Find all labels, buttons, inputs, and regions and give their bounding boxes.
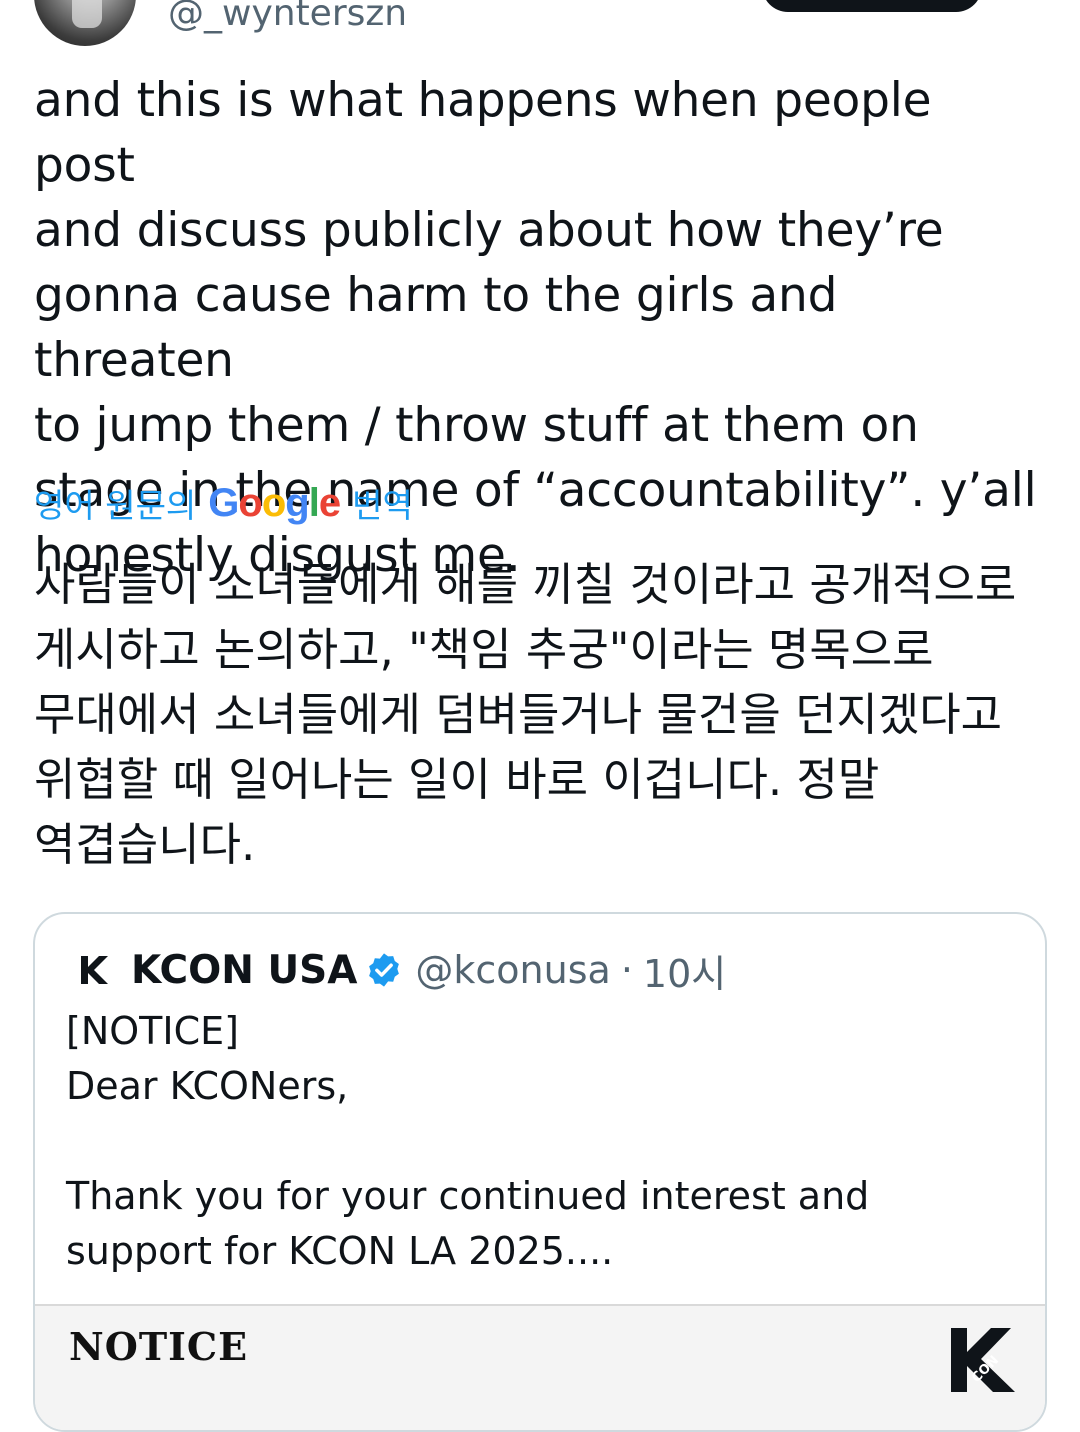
kcon-k-icon: CON	[81, 956, 113, 984]
author-handle[interactable]: @_wynterszn	[168, 0, 407, 36]
quoted-media-image[interactable]: NOTICE CON	[35, 1304, 1045, 1430]
notice-image-label: NOTICE	[69, 1324, 249, 1369]
quoted-timestamp[interactable]: 10시	[643, 943, 726, 998]
quoted-author-name[interactable]: KCON USA	[131, 948, 357, 993]
translation-suffix: 번역	[352, 486, 413, 525]
quoted-tweet-text: [NOTICE] Dear KCONers, Thank you for you…	[66, 1009, 870, 1273]
kcon-logo-icon: CON	[951, 1328, 1015, 1392]
translated-text: 사람들이 소녀들에게 해를 끼칠 것이라고 공개적으로 게시하고 논의하고, "…	[34, 558, 1017, 871]
separator-dot: ·	[620, 948, 633, 992]
translation-prefix: 영어 원문의	[34, 486, 197, 525]
quoted-tweet-header: CON KCON USA @kconusa · 10시	[77, 944, 726, 996]
follow-button[interactable]	[762, 0, 982, 12]
quoted-tweet-card[interactable]: CON KCON USA @kconusa · 10시 [NOTICE] Dea…	[33, 912, 1047, 1432]
translation-attribution[interactable]: 영어 원문의 Google 번역	[34, 478, 413, 528]
avatar[interactable]	[34, 0, 136, 46]
quoted-author-handle[interactable]: @kconusa	[415, 948, 610, 992]
google-logo: Google	[208, 480, 341, 525]
verified-badge-icon	[369, 953, 400, 987]
